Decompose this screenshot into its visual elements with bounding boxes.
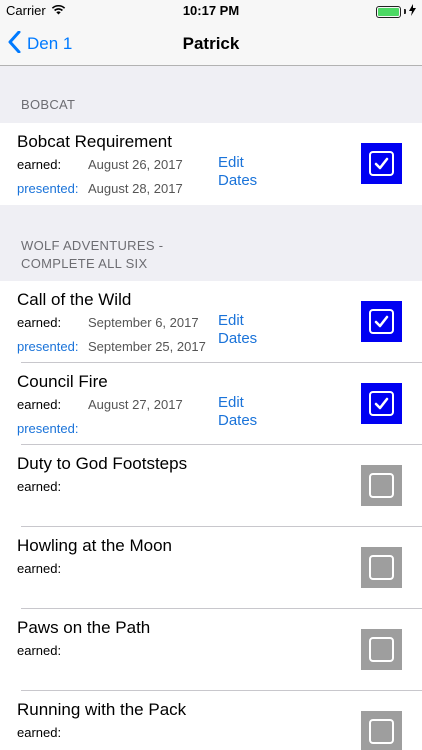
complete-checkbox[interactable] [361,465,402,506]
list-item: Council Fire earned: August 27, 2017 pre… [0,363,422,445]
battery-fill [378,7,399,16]
nav-bar: Den 1 Patrick [0,22,422,66]
empty-box-icon [369,719,394,744]
status-right [376,4,416,19]
complete-checkbox[interactable] [361,629,402,670]
presented-label[interactable]: presented: [17,181,78,196]
status-time: 10:17 PM [182,3,240,18]
complete-checkbox[interactable] [361,143,402,184]
section-header-bobcat: BOBCAT [0,96,422,114]
empty-box-icon [369,637,394,662]
presented-label[interactable]: presented: [17,421,78,436]
item-title: Bobcat Requirement [17,132,172,151]
checkmark-icon [369,391,394,416]
earned-label: earned: [17,725,62,740]
item-title: Paws on the Path [17,618,151,637]
list-item: Call of the Wild earned: September 6, 20… [0,281,422,363]
status-bar: Carrier 10:17 PM [0,0,422,22]
presented-label[interactable]: presented: [17,339,78,354]
earned-date: September 6, 2017 [88,315,199,330]
complete-checkbox[interactable] [361,383,402,424]
earned-label: earned: [17,157,62,172]
item-title: Howling at the Moon [17,536,172,555]
earned-label: earned: [17,315,62,330]
presented-date: September 25, 2017 [88,339,206,354]
earned-label: earned: [17,561,62,576]
battery-icon [376,5,401,18]
edit-dates-button[interactable]: Edit Dates [218,394,257,430]
chevron-left-icon [8,30,27,58]
list-item: Bobcat Requirement earned: August 26, 20… [0,123,422,205]
empty-box-icon [369,555,394,580]
item-title: Duty to God Footsteps [17,454,188,473]
back-button[interactable]: Den 1 [8,22,72,66]
empty-box-icon [369,473,394,498]
back-label: Den 1 [27,34,73,53]
earned-label: earned: [17,397,62,412]
complete-checkbox[interactable] [361,711,402,750]
section-header-wolf: WOLF ADVENTURES - COMPLETE ALL SIX [0,237,422,273]
earned-date: August 27, 2017 [88,397,183,412]
edit-dates-line2: Dates [218,172,258,189]
edit-dates-line1: Edit [218,154,244,171]
earned-label: earned: [17,479,62,494]
item-title: Council Fire [17,372,108,391]
list-item: Duty to God Footsteps earned: [0,445,422,527]
section-header-line2: COMPLETE ALL SIX [21,256,148,271]
edit-dates-line2: Dates [218,330,258,347]
list-item: Howling at the Moon earned: [0,527,422,609]
charging-icon [409,4,416,19]
checkmark-icon [369,309,394,334]
edit-dates-button[interactable]: Edit Dates [218,154,257,190]
earned-label: earned: [17,643,62,658]
edit-dates-line1: Edit [218,394,244,411]
item-title: Running with the Pack [17,700,187,719]
battery-tip [404,9,406,14]
section-header-line1: BOBCAT [21,97,76,112]
section-header-line1: WOLF ADVENTURES - [21,238,164,253]
complete-checkbox[interactable] [361,547,402,588]
list-item: Paws on the Path earned: [0,609,422,691]
checkmark-icon [369,151,394,176]
complete-checkbox[interactable] [361,301,402,342]
presented-date: August 28, 2017 [88,181,183,196]
earned-date: August 26, 2017 [88,157,183,172]
list-item: Running with the Pack earned: [0,691,422,750]
edit-dates-line2: Dates [218,412,258,429]
edit-dates-button[interactable]: Edit Dates [218,312,257,348]
screen: Carrier 10:17 PM Den 1 Patrick BOBCAT Bo… [0,0,422,750]
edit-dates-line1: Edit [218,312,244,329]
item-title: Call of the Wild [17,290,132,309]
